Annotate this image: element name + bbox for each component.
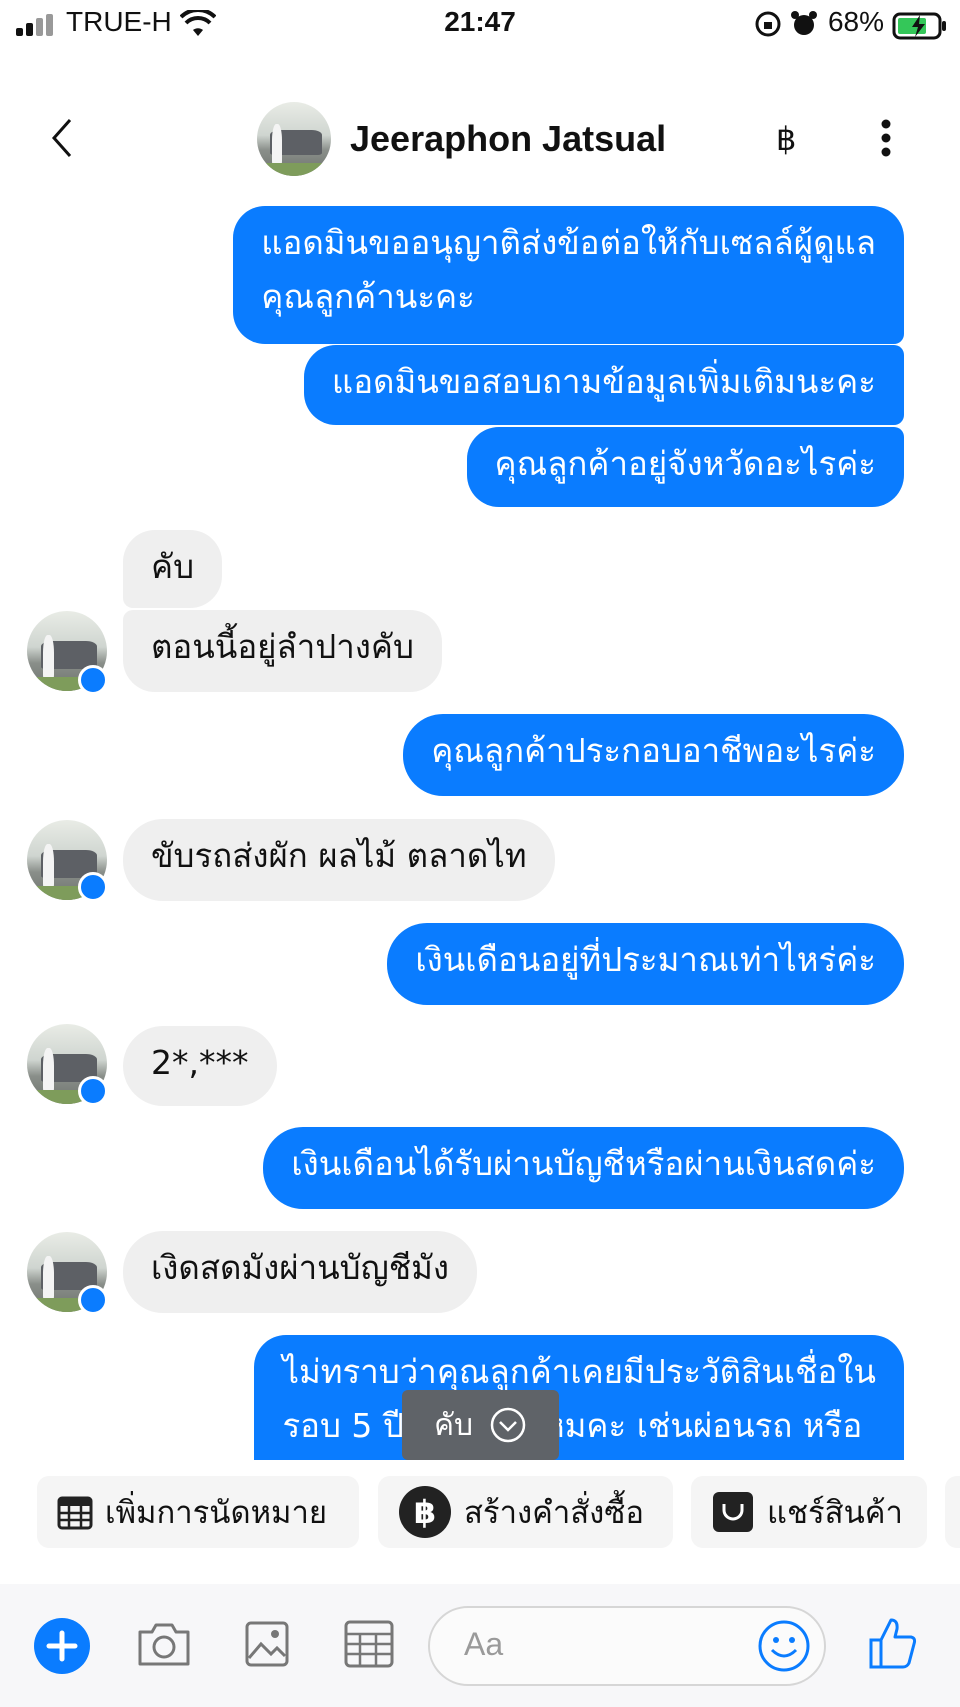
calendar-icon (57, 1496, 93, 1530)
more-shortcut-pill[interactable] (945, 1476, 960, 1548)
message-composer: Aa (0, 1584, 960, 1707)
status-bar: TRUE-H 21:47 68% (0, 0, 960, 50)
spreadsheet-icon[interactable] (344, 1620, 394, 1668)
message-incoming[interactable]: เงิดสดมังผ่านบัญชีมัง (123, 1231, 478, 1313)
orientation-lock-icon (755, 11, 781, 37)
battery-charging-icon (892, 12, 946, 40)
contact-name[interactable]: Jeeraphon Jatsual (350, 118, 666, 160)
message-outgoing[interactable]: เงินเดือนได้รับผ่านบัญชีหรือผ่านเงินสดค่… (263, 1127, 904, 1209)
message-outgoing[interactable]: เงินเดือนอยู่ที่ประมาณเท่าไหร่ค่ะ (387, 923, 904, 1005)
message-outgoing[interactable]: แอดมินขออนุญาติส่งข้อต่อให้กับเซลล์ผู้ดู… (233, 206, 904, 344)
message-incoming[interactable]: 2*,*** (123, 1026, 277, 1106)
message-input-placeholder: Aa (464, 1626, 504, 1662)
alarm-icon (791, 11, 817, 35)
messenger-badge-icon (78, 1076, 108, 1106)
message-input[interactable]: Aa (428, 1606, 826, 1686)
create-order-button[interactable]: ฿ สร้างคำสั่งซื้อ (378, 1476, 673, 1548)
payment-button[interactable]: ฿ (776, 120, 796, 158)
messenger-badge-icon (78, 872, 108, 902)
messenger-badge-icon (78, 1285, 108, 1315)
quick-reply-chip[interactable]: คับ (402, 1390, 559, 1460)
shopping-bag-icon (713, 1492, 753, 1532)
battery-percent: 68% (827, 6, 884, 37)
message-outgoing[interactable]: ไม่ทราบว่าคุณลูกค้าเคยมีประวัติสินเชื่อใ… (254, 1335, 904, 1460)
camera-icon[interactable] (136, 1620, 192, 1668)
conversation-header: Jeeraphon Jatsual ฿ (0, 100, 960, 180)
emoji-icon[interactable] (756, 1618, 812, 1674)
message-outgoing[interactable]: แอดมินขอสอบถามข้อมูลเพิ่มเติมนะคะ (303, 345, 904, 425)
quick-reply-label: คับ (433, 1407, 474, 1443)
image-icon[interactable] (244, 1620, 290, 1668)
messenger-badge-icon (78, 665, 108, 695)
share-product-button[interactable]: แชร์สินค้า (691, 1476, 927, 1548)
message-incoming[interactable]: ตอนนี้อยู่ลำปางคับ (123, 610, 442, 692)
message-outgoing[interactable]: คุณลูกค้าประกอบอาชีพอะไรค่ะ (403, 714, 904, 796)
chevron-down-circle-icon (490, 1407, 526, 1443)
thumbs-up-icon[interactable] (868, 1616, 918, 1670)
plus-icon[interactable] (34, 1618, 90, 1674)
shortcut-bar: เพิ่มการนัดหมาย ฿ สร้างคำสั่งซื้อ แชร์สิ… (0, 1476, 960, 1564)
message-outgoing[interactable]: คุณลูกค้าอยู่จังหวัดอะไรค่ะ (466, 427, 904, 507)
message-incoming[interactable]: ขับรถส่งผัก ผลไม้ ตลาดไท (123, 819, 555, 901)
baht-circle-icon: ฿ (399, 1486, 451, 1538)
contact-avatar[interactable] (257, 102, 331, 176)
back-arrow-icon[interactable] (50, 118, 74, 158)
add-appointment-button[interactable]: เพิ่มการนัดหมาย (37, 1476, 359, 1548)
svg-text:฿: ฿ (414, 1493, 436, 1531)
message-incoming[interactable]: คับ (123, 530, 223, 608)
more-options-icon[interactable] (880, 118, 892, 158)
